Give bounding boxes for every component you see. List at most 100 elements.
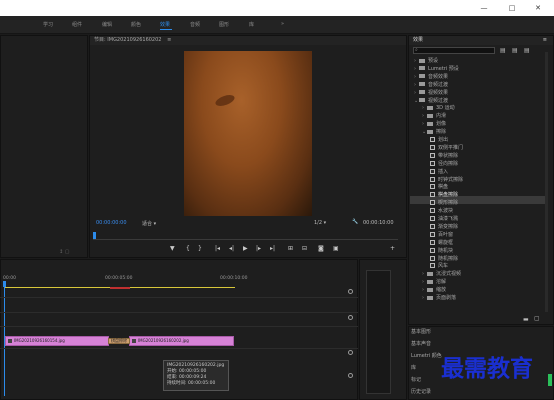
effects-panel-title[interactable]: 效果 [413, 37, 423, 43]
effects-folder[interactable]: › 音频过渡 [414, 81, 448, 88]
effects-folder[interactable]: › 音频效果 [414, 73, 448, 80]
workspace-tab-graphics[interactable]: 图形 [219, 21, 229, 28]
playhead-timecode[interactable]: 00:00:00:00 [96, 220, 127, 226]
effects-item-label: 风车 [438, 263, 449, 270]
effects-item[interactable]: 百叶窗 [430, 231, 453, 238]
effects-folder[interactable]: ⌄ 擦除 [422, 128, 446, 135]
effects-search-input[interactable]: ⌕ [413, 47, 495, 54]
workspace-tab-assembly[interactable]: 组件 [72, 21, 82, 28]
workspace-tab-audio[interactable]: 音频 [190, 21, 200, 28]
go-to-in-icon[interactable]: |◂ [215, 245, 220, 252]
effects-item[interactable]: 带状擦除 [430, 152, 458, 159]
track-divider [0, 348, 358, 349]
new-bin-icon[interactable]: ▬ [523, 316, 529, 323]
workspace-tab-learn[interactable]: 学习 [43, 21, 53, 28]
close-button[interactable]: ✕ [533, 3, 543, 13]
add-marker-icon[interactable]: ▼ [170, 245, 175, 252]
folder-icon [427, 271, 433, 276]
add-button-icon[interactable]: + [390, 245, 395, 252]
scroll-handle-icon[interactable] [348, 373, 353, 378]
maximize-button[interactable]: □ [507, 3, 517, 13]
comparison-view-icon[interactable]: ▣ [333, 245, 339, 252]
extract-icon[interactable]: ⊟ [302, 245, 307, 252]
accelerated-effects-icon[interactable]: ▤ [500, 47, 506, 54]
track-divider [0, 312, 358, 313]
effects-item[interactable]: 渐变擦除 [430, 223, 458, 230]
effects-scrollbar[interactable] [545, 52, 548, 312]
effects-menu-icon[interactable]: ≡ [543, 36, 547, 45]
timeline-clip-1[interactable]: IMG20210926160154.jpg [5, 336, 109, 346]
effects-folder[interactable]: › Lumetri 预设 [414, 65, 459, 72]
video-preview[interactable] [184, 51, 312, 216]
effects-folder[interactable]: ⌄ 视频过渡 [414, 97, 448, 104]
32bit-effects-icon[interactable]: ▤ [512, 47, 518, 54]
transition-icon [430, 176, 435, 182]
effects-item-label: 百叶窗 [438, 231, 454, 238]
effects-item[interactable]: 随机擦除 [430, 255, 458, 262]
yuv-effects-icon[interactable]: ▤ [524, 47, 530, 54]
effects-item[interactable]: 风车 [430, 262, 448, 269]
effects-item[interactable]: 棋盘擦除 [430, 191, 458, 198]
effects-folder[interactable]: › 3D 运动 [422, 104, 455, 111]
effects-item[interactable]: 径向擦除 [430, 160, 458, 167]
timeline-clip-2[interactable]: IMG20210926160202.jpg [129, 336, 234, 346]
monitor-scrubber[interactable] [93, 232, 398, 240]
workspace-tab-libraries[interactable]: 库 [249, 21, 254, 28]
effects-item-label: 擦除 [436, 129, 447, 136]
lift-icon[interactable]: ⊞ [288, 245, 293, 252]
scroll-handle-icon[interactable] [348, 315, 353, 320]
effects-folder[interactable]: › 预设 [414, 57, 438, 64]
duration-timecode: 00:00:10:00 [363, 220, 394, 226]
effects-folder[interactable]: › 视频效果 [414, 89, 448, 96]
effects-item[interactable]: 插入 [430, 168, 448, 175]
panel-lumetri-color[interactable]: Lumetri 颜色 [411, 352, 442, 359]
minimize-button[interactable]: — [479, 3, 489, 13]
effects-item[interactable]: 油漆飞溅 [430, 215, 458, 222]
wrench-icon[interactable]: 🔧 [352, 219, 358, 225]
playhead-marker[interactable] [93, 232, 96, 239]
effects-folder[interactable]: › 缩放 [422, 286, 446, 293]
workspace-tab-color[interactable]: 颜色 [131, 21, 141, 28]
effects-item[interactable]: 双侧平推门 [430, 144, 463, 151]
step-forward-icon[interactable]: |▸ [256, 245, 261, 252]
play-icon[interactable]: ▶ [243, 245, 248, 252]
effects-item[interactable]: 棋盘 [430, 183, 448, 190]
panel-controls-icon[interactable]: ↕ ▢ [59, 249, 70, 255]
effects-folder[interactable]: › 划像 [422, 120, 446, 127]
effects-item-label: 划像 [436, 121, 447, 128]
program-monitor-title[interactable]: 节目: IMG20210926160202 [94, 37, 161, 43]
timeline-transition[interactable]: 棋盘擦除 [108, 338, 130, 344]
export-frame-icon[interactable]: ◙ [318, 245, 324, 252]
effects-folder[interactable]: › 沉浸式视频 [422, 270, 461, 277]
meter-track [366, 270, 391, 394]
effects-item[interactable]: 时钟式擦除 [430, 176, 463, 183]
panel-history[interactable]: 历史记录 [411, 388, 431, 395]
fit-dropdown[interactable]: 适合 ▾ [142, 220, 156, 227]
timeline-ruler[interactable]: 00:00 00:00:05:00 00:00:10:00 [3, 276, 352, 286]
resolution-dropdown[interactable]: 1/2 ▾ [314, 220, 326, 226]
panel-markers[interactable]: 标记 [411, 376, 421, 383]
effects-item[interactable]: 水波块 [430, 207, 453, 214]
delete-icon[interactable]: ▢ [534, 315, 540, 322]
step-back-icon[interactable]: ◂| [229, 245, 234, 252]
panel-menu-icon[interactable]: ≡ [167, 37, 171, 43]
go-to-out-icon[interactable]: ▸| [270, 245, 275, 252]
mark-out-icon[interactable]: } [198, 245, 202, 252]
transition-icon [430, 192, 435, 198]
mark-in-icon[interactable]: { [186, 245, 190, 252]
effects-item[interactable]: 划出 [430, 136, 448, 143]
panel-essential-graphics[interactable]: 基本图形 [411, 328, 431, 335]
effects-folder[interactable]: › 溶解 [422, 278, 446, 285]
workspace-tab-effects[interactable]: 效果 [160, 21, 170, 28]
workspace-tab-editing[interactable]: 编辑 [102, 21, 112, 28]
panel-libraries[interactable]: 库 [411, 364, 416, 371]
effects-folder[interactable]: › 内滑 [422, 112, 446, 119]
effects-item[interactable]: 随机块 [430, 247, 453, 254]
effects-folder[interactable]: › 页面剥落 [422, 294, 456, 301]
effects-item[interactable]: 楔形擦除 [430, 199, 458, 206]
more-workspaces-icon[interactable]: » [281, 21, 284, 27]
effects-item[interactable]: 螺旋框 [430, 239, 453, 246]
scroll-handle-icon[interactable] [348, 350, 353, 355]
scroll-handle-icon[interactable] [348, 289, 353, 294]
panel-essential-sound[interactable]: 基本声音 [411, 340, 431, 347]
